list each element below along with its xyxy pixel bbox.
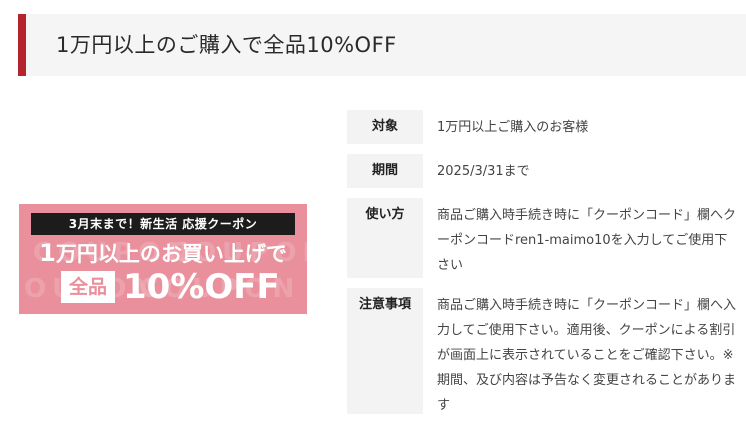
banner-discount-text: 10%OFF [123, 267, 280, 307]
info-label-period: 期間 [347, 154, 423, 188]
section-header: 1万円以上のご購入で全品10%OFF [18, 14, 746, 76]
banner-condition-number: 1 [39, 239, 56, 267]
page-title: 1万円以上のご購入で全品10%OFF [56, 33, 397, 57]
info-label-target: 対象 [347, 110, 423, 144]
header-accent-bar [18, 14, 26, 76]
info-value-notes: 商品ご購入時手続き時に「クーポンコード」欄へ入力してご使用下さい。適用後、クーポ… [437, 298, 737, 413]
info-label-notes: 注意事項 [347, 288, 423, 414]
info-value-usage: 商品ご購入時手続き時に「クーポンコード」欄へクーポンコードren1-maimo1… [437, 208, 737, 273]
banner-all-items-badge: 全品 [61, 271, 115, 303]
info-value-target: 1万円以上ご購入のお客様 [437, 120, 589, 135]
coupon-banner-image: COUPON COUPON COUPON COUPON 3月末まで！新生活 応援… [19, 204, 307, 314]
banner-condition-rest: 万円以上のお買い上げで [55, 242, 287, 266]
banner-condition-text: 1万円以上のお買い上げで [19, 238, 307, 268]
info-label-usage: 使い方 [347, 198, 423, 278]
banner-ribbon: 3月末まで！新生活 応援クーポン [31, 213, 295, 235]
info-value-period: 2025/3/31まで [437, 164, 530, 179]
